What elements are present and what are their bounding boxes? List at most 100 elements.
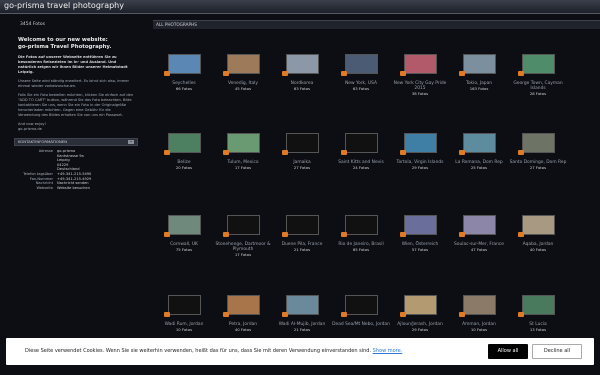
contact-row: Webseite Website besuchen: [14, 186, 138, 191]
album-thumbnail[interactable]: [227, 133, 260, 153]
folder-icon: [400, 232, 406, 237]
album-name[interactable]: Belize 20 Fotos: [153, 160, 215, 170]
album-name[interactable]: Amman, Jordan 10 Fotos: [448, 322, 510, 332]
cookie-text: Diese Seite verwendet Cookies. Wenn Sie …: [25, 348, 403, 354]
folder-icon: [400, 312, 406, 317]
site-header: go-prisma travel photography: [0, 0, 600, 14]
album-thumbnail[interactable]: [522, 54, 555, 74]
album-name[interactable]: Nordkorea 63 Fotos: [271, 81, 333, 91]
album-name[interactable]: New York, USA 63 Fotos: [330, 81, 392, 91]
album-name[interactable]: Wadi Rum, Jordan 10 Fotos: [153, 322, 215, 332]
album-thumbnail[interactable]: [345, 133, 378, 153]
album-name[interactable]: George Town, Cayman Islands 28 Fotos: [507, 81, 569, 96]
album-name[interactable]: Dead Sea/Mt Nebo, Jordan: [330, 322, 392, 327]
album-name[interactable]: Wien, Österreich 57 Fotos: [389, 242, 451, 252]
cookie-show-more-link[interactable]: Show more.: [373, 348, 403, 354]
album-thumbnail[interactable]: [227, 295, 260, 315]
album-name[interactable]: Jamaika 27 Fotos: [271, 160, 333, 170]
welcome-para-5[interactable]: go-prisma.de: [18, 127, 134, 132]
album-count: 47 Fotos: [470, 247, 488, 252]
album-name[interactable]: Tortola, Virgin Islands 29 Fotos: [389, 160, 451, 170]
folder-icon: [223, 312, 229, 317]
album-name[interactable]: Stonehenge, Dartmoor & Plymouth 17 Fotos: [212, 242, 274, 257]
album-name[interactable]: New York City Gay Pride 2015 38 Fotos: [389, 81, 451, 96]
collapse-icon[interactable]: −: [128, 140, 134, 144]
album-count: 17 Fotos: [234, 165, 252, 170]
album-name[interactable]: St Lucia 13 Fotos: [507, 322, 569, 332]
welcome-box: Welcome to our new website: go-prisma Tr…: [14, 37, 138, 132]
folder-icon: [282, 312, 288, 317]
contact-value[interactable]: Website besuchen: [57, 186, 90, 191]
decline-all-button[interactable]: Decline all: [532, 344, 582, 359]
album-thumbnail[interactable]: [286, 215, 319, 235]
album-count: 24 Fotos: [352, 165, 370, 170]
album-name[interactable]: Tokio, Japan 163 Fotos: [448, 81, 510, 91]
album-thumbnail[interactable]: [345, 215, 378, 235]
album-thumbnail[interactable]: [404, 295, 437, 315]
album-count: 27 Fotos: [293, 165, 311, 170]
album-thumbnail[interactable]: [404, 54, 437, 74]
album-thumbnail[interactable]: [522, 133, 555, 153]
cookie-banner: Diese Seite verwendet Cookies. Wenn Sie …: [6, 338, 594, 365]
album-name[interactable]: Seychelles 66 Fotos: [153, 81, 215, 91]
folder-icon: [400, 71, 406, 76]
album-name[interactable]: Petra, Jordan 40 Fotos: [212, 322, 274, 332]
album-thumbnail[interactable]: [168, 133, 201, 153]
gallery: ALL PHOTOGRAPHS Seychelles 66 Fotos Venedi…: [153, 20, 600, 350]
album-count: 10 Fotos: [175, 327, 193, 332]
album-thumbnail[interactable]: [463, 215, 496, 235]
album-thumbnail[interactable]: [463, 295, 496, 315]
album-thumbnail[interactable]: [522, 215, 555, 235]
album-count: 163 Fotos: [469, 86, 489, 91]
folder-icon: [223, 150, 229, 155]
folder-icon: [164, 150, 170, 155]
album-thumbnail[interactable]: [404, 133, 437, 153]
album-thumbnail[interactable]: [345, 54, 378, 74]
album-count: 21 Fotos: [293, 327, 311, 332]
sidebar: 3454 Fotos Welcome to our new website: g…: [14, 20, 138, 350]
album-thumbnail[interactable]: [227, 215, 260, 235]
album-thumbnail[interactable]: [463, 133, 496, 153]
site-title[interactable]: go-prisma travel photography: [4, 1, 124, 10]
album-name[interactable]: Aqaba, Jordan 40 Fotos: [507, 242, 569, 252]
album-thumbnail[interactable]: [522, 295, 555, 315]
album-count: 45 Fotos: [234, 86, 252, 91]
album-name[interactable]: Ajloun/Jerash, Jordan 29 Fotos: [389, 322, 451, 332]
folder-icon: [223, 232, 229, 237]
album-thumbnail[interactable]: [168, 54, 201, 74]
album-count: 40 Fotos: [529, 247, 547, 252]
album-count: 29 Fotos: [411, 327, 429, 332]
album-thumbnail[interactable]: [286, 54, 319, 74]
album-count: 75 Fotos: [175, 247, 193, 252]
album-name[interactable]: La Romana, Dom Rep 25 Fotos: [448, 160, 510, 170]
album-name[interactable]: Duene Pila, France 21 Fotos: [271, 242, 333, 252]
album-thumbnail[interactable]: [168, 215, 201, 235]
allow-all-button[interactable]: Allow all: [488, 344, 528, 359]
folder-icon: [341, 150, 347, 155]
contact-header-label: KONTAKTINFORMATIONEN: [18, 139, 68, 144]
album-count: 66 Fotos: [175, 86, 193, 91]
album-thumbnail[interactable]: [404, 215, 437, 235]
album-count: 29 Fotos: [411, 165, 429, 170]
folder-icon: [164, 312, 170, 317]
album-name[interactable]: Santo Domingo, Dom Rep 27 Fotos: [507, 160, 569, 170]
album-name[interactable]: Venedig, Italy 45 Fotos: [212, 81, 274, 91]
album-thumbnail[interactable]: [227, 54, 260, 74]
album-count: 13 Fotos: [529, 327, 547, 332]
folder-icon: [518, 71, 524, 76]
album-name[interactable]: Soulac-sur-Mer, France 47 Fotos: [448, 242, 510, 252]
album-thumbnail[interactable]: [286, 295, 319, 315]
album-thumbnail[interactable]: [168, 295, 201, 315]
album-name[interactable]: Tulum, Mexico 17 Fotos: [212, 160, 274, 170]
album-thumbnail[interactable]: [463, 54, 496, 74]
album-name[interactable]: Wadi Al-Mujib, Jordan 21 Fotos: [271, 322, 333, 332]
album-thumbnail[interactable]: [286, 133, 319, 153]
album-name[interactable]: Cornwall, UK 75 Fotos: [153, 242, 215, 252]
album-name[interactable]: Saint Kitts and Nevis 24 Fotos: [330, 160, 392, 170]
folder-icon: [282, 71, 288, 76]
album-count: 65 Fotos: [352, 247, 370, 252]
folder-icon: [164, 232, 170, 237]
album-thumbnail[interactable]: [345, 295, 378, 315]
album-name[interactable]: Rio de Janeiro, Brasil 65 Fotos: [330, 242, 392, 252]
folder-icon: [341, 312, 347, 317]
